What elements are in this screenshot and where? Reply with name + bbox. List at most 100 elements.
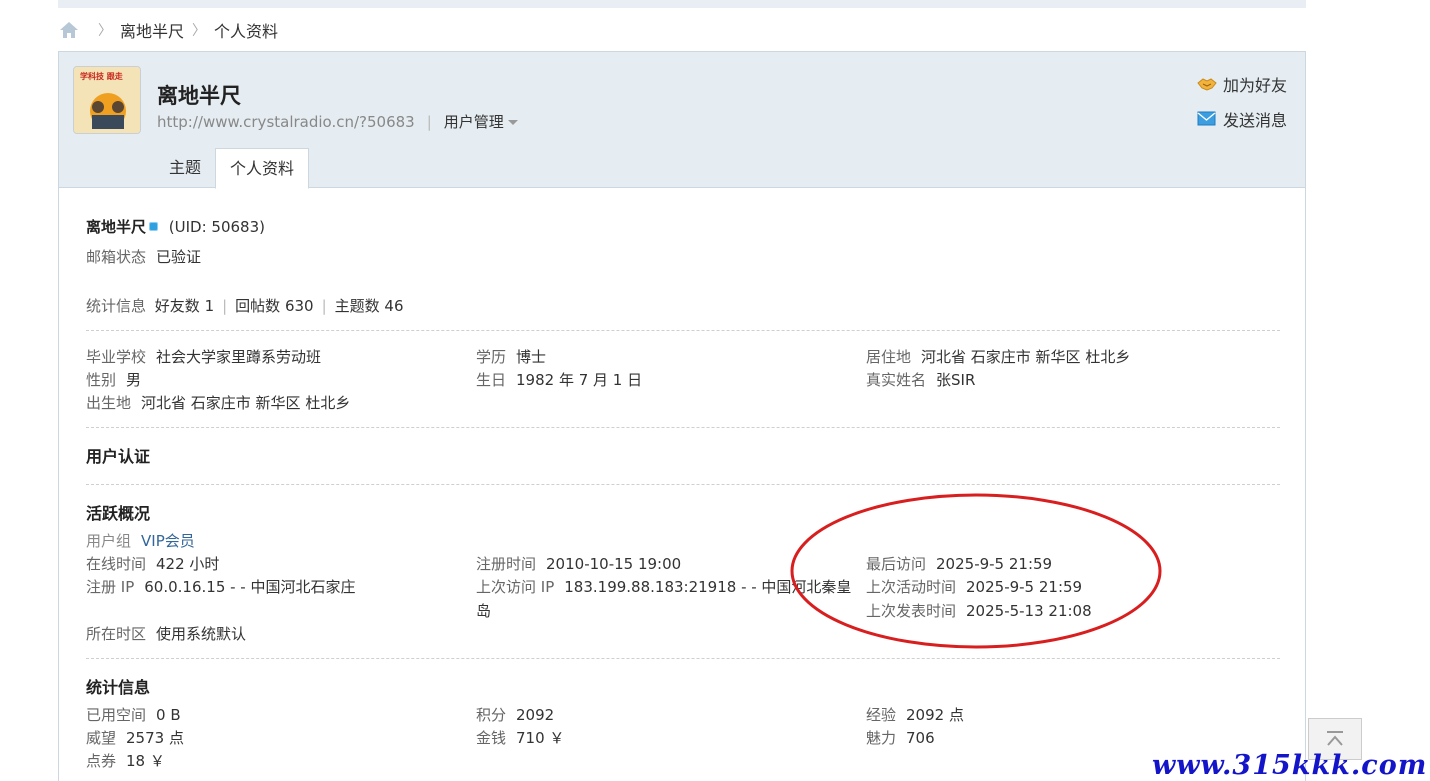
gender-value: 男 [126, 371, 142, 389]
tab-topics[interactable]: 主题 [155, 148, 215, 188]
online-time-value: 422 小时 [156, 555, 220, 573]
realname-label: 真实姓名 [866, 371, 927, 389]
profile-name: 离地半尺 [157, 84, 241, 108]
prestige-value: 2573 点 [126, 729, 184, 747]
exp-row: 经验 2092 点 [866, 704, 964, 725]
money-row: 金钱 710 ￥ [476, 727, 564, 748]
profile-url[interactable]: http://www.crystalradio.cn/?50683 [157, 113, 415, 131]
last-visit-label: 最后访问 [866, 555, 927, 573]
tab-profile[interactable]: 个人资料 [215, 148, 310, 189]
email-value: 已验证 [156, 248, 202, 266]
reg-time-row: 注册时间 2010-10-15 19:00 [476, 553, 681, 574]
envelope-icon [1197, 111, 1216, 126]
breadcrumb: 〉 离地半尺 〉 个人资料 [58, 18, 278, 42]
exp-label: 经验 [866, 706, 897, 724]
birthplace-row: 出生地 河北省 石家庄市 新华区 杜北乡 [86, 392, 350, 413]
profile-url-row: http://www.crystalradio.cn/?50683 | 用户管理 [157, 111, 518, 132]
add-friend-label: 加为好友 [1222, 76, 1287, 95]
profile-name-text: 离地半尺 [86, 218, 147, 236]
charm-label: 魅力 [866, 729, 897, 747]
section-title-cert: 用户认证 [86, 447, 151, 466]
breadcrumb-item-user[interactable]: 离地半尺 [120, 18, 184, 42]
last-visit-value: 2025-9-5 21:59 [936, 555, 1053, 573]
last-visit-row: 最后访问 2025-9-5 21:59 [866, 553, 1052, 574]
user-manage-label: 用户管理 [443, 113, 504, 131]
breadcrumb-separator: 〉 [98, 23, 112, 39]
divider-line [86, 427, 1280, 428]
avatar-image: 学科技 跟走 [74, 67, 140, 133]
coupon-value: 18 ￥ [126, 752, 165, 770]
money-value: 710 ￥ [516, 729, 565, 747]
school-label: 毕业学校 [86, 348, 147, 366]
edu-label: 学历 [476, 348, 507, 366]
send-message-button[interactable]: 发送消息 [1197, 107, 1287, 131]
charm-value: 706 [906, 729, 935, 747]
residence-row: 居住地 河北省 石家庄市 新华区 杜北乡 [866, 346, 1130, 367]
handshake-icon [1197, 78, 1217, 91]
usergroup-label: 用户组 [86, 532, 132, 550]
birthday-value: 1982 年 7 月 1 日 [516, 371, 643, 389]
last-ip-value-cont: 岛 [476, 602, 492, 620]
last-post-value: 2025-5-13 21:08 [966, 602, 1092, 620]
profile-header: 学科技 跟走 离地半尺 http://www.crystalradio.cn/?… [59, 52, 1305, 189]
school-row: 毕业学校 社会大学家里蹲系劳动班 [86, 346, 321, 367]
reg-time-value: 2010-10-15 19:00 [546, 555, 682, 573]
edu-row: 学历 博士 [476, 346, 546, 367]
online-time-row: 在线时间 422 小时 [86, 553, 219, 574]
gender-row: 性别男 [86, 369, 141, 390]
birthplace-value: 河北省 石家庄市 新华区 杜北乡 [141, 394, 351, 412]
user-manage-dropdown[interactable]: 用户管理 [444, 111, 518, 132]
stats-row: 统计信息 好友数 1 | 回帖数 630 | 主题数 46 [86, 295, 404, 316]
birthday-label: 生日 [476, 371, 507, 389]
send-message-label: 发送消息 [1222, 111, 1287, 130]
divider: | [222, 297, 228, 315]
school-value: 社会大学家里蹲系劳动班 [156, 348, 322, 366]
timezone-value: 使用系统默认 [156, 625, 247, 643]
friends-count[interactable]: 好友数 1 [155, 297, 214, 315]
last-active-value: 2025-9-5 21:59 [966, 578, 1083, 596]
points-label: 积分 [476, 706, 507, 724]
reg-ip-label: 注册 IP [86, 578, 135, 596]
breadcrumb-item-profile[interactable]: 个人资料 [214, 18, 278, 42]
online-time-label: 在线时间 [86, 555, 147, 573]
usergroup-value[interactable]: VIP会员 [141, 532, 195, 550]
reg-time-label: 注册时间 [476, 555, 537, 573]
last-post-row: 上次发表时间 2025-5-13 21:08 [866, 600, 1092, 621]
add-friend-button[interactable]: 加为好友 [1197, 72, 1287, 96]
last-active-label: 上次活动时间 [866, 578, 957, 596]
topics-count[interactable]: 主题数 46 [335, 297, 404, 315]
replies-count[interactable]: 回帖数 630 [235, 297, 313, 315]
top-bar [58, 0, 1306, 8]
last-ip-row-cont: 岛 [476, 600, 491, 621]
section-title-stats: 统计信息 [86, 678, 151, 697]
profile-tabs: 主题 个人资料 [59, 148, 310, 189]
usergroup-row: 用户组 VIP会员 [86, 530, 195, 551]
prestige-row: 威望 2573 点 [86, 727, 184, 748]
divider-line [86, 658, 1280, 659]
watermark-text: www.315kkk.com [1152, 750, 1428, 781]
online-status-icon [149, 222, 159, 231]
coupon-row: 点券 18 ￥ [86, 750, 165, 771]
last-ip-value: 183.199.88.183:21918 - - 中国河北秦皇 [564, 578, 852, 596]
exp-value: 2092 点 [906, 706, 964, 724]
name-row: 离地半尺 (UID: 50683) [86, 216, 265, 237]
timezone-label: 所在时区 [86, 625, 147, 643]
last-active-row: 上次活动时间 2025-9-5 21:59 [866, 576, 1082, 597]
points-row: 积分 2092 [476, 704, 554, 725]
avatar[interactable]: 学科技 跟走 [73, 66, 141, 134]
residence-label: 居住地 [866, 348, 912, 366]
svg-text:学科技 跟走: 学科技 跟走 [80, 71, 124, 81]
uid-text: (UID: 50683) [168, 218, 265, 236]
home-icon[interactable] [58, 19, 80, 41]
stats-label: 统计信息 [86, 297, 147, 315]
reg-ip-value: 60.0.16.15 - - 中国河北石家庄 [144, 578, 356, 596]
last-ip-row: 上次访问 IP 183.199.88.183:21918 - - 中国河北秦皇 [476, 576, 851, 597]
residence-value: 河北省 石家庄市 新华区 杜北乡 [921, 348, 1131, 366]
divider: | [321, 297, 327, 315]
space-value: 0 B [156, 706, 181, 724]
last-ip-label: 上次访问 IP [476, 578, 555, 596]
email-label: 邮箱状态 [86, 248, 147, 266]
realname-row: 真实姓名 张SIR [866, 369, 975, 390]
divider-line [86, 484, 1280, 485]
arrow-up-icon [1327, 731, 1343, 746]
